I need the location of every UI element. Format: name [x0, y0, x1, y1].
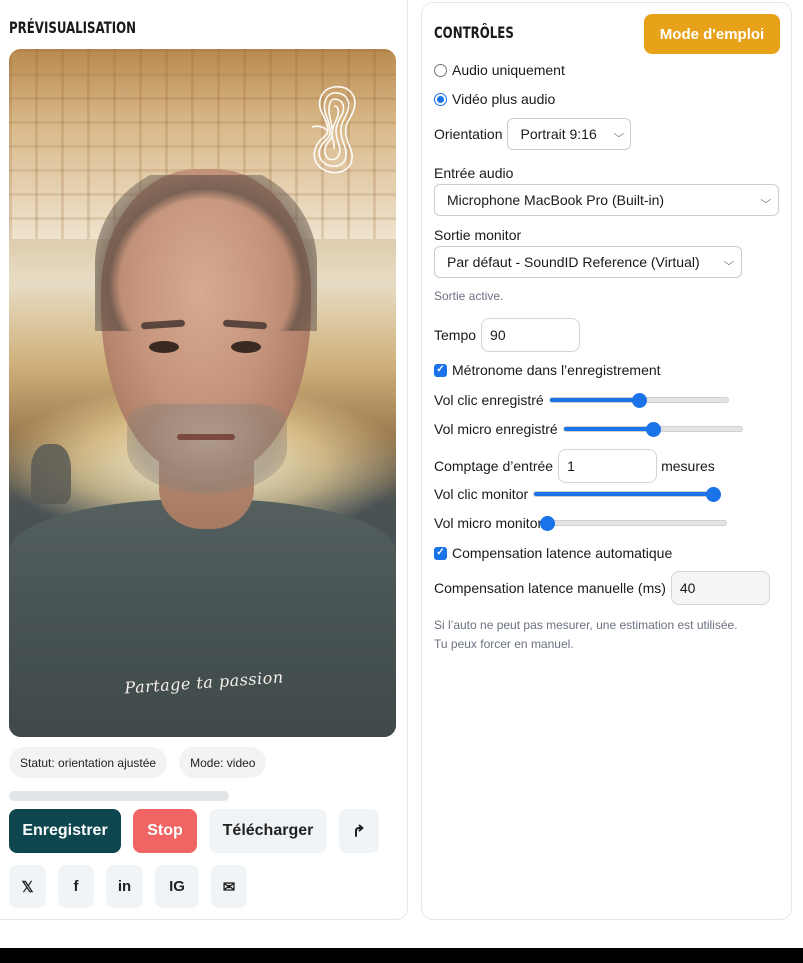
- controls-title: Contrôles: [434, 23, 514, 42]
- chevron-down-icon: ⌵: [613, 128, 625, 140]
- mode-badge: Mode: video: [179, 747, 267, 778]
- chevron-down-icon: ⌵: [760, 194, 772, 206]
- vol-click-monitor-label: Vol clic monitor: [434, 486, 529, 502]
- share-arrow-icon: [355, 824, 364, 837]
- orientation-row: Orientation Portrait 9:16 ⌵: [434, 118, 632, 150]
- record-button[interactable]: Enregistrer: [9, 809, 121, 853]
- x-icon[interactable]: 𝕏: [9, 865, 46, 908]
- slider-fill: [563, 427, 653, 431]
- tempo-input[interactable]: 90: [481, 318, 581, 352]
- count-in-unit: mesures: [661, 458, 715, 474]
- slider-track: [547, 520, 728, 526]
- audio-input-label: Entrée audio: [434, 165, 514, 181]
- count-in-row: Comptage d’entrée 1 mesures: [434, 449, 715, 483]
- orientation-select[interactable]: Portrait 9:16 ⌵: [507, 118, 632, 150]
- metronome-label: Métronome dans l’enregistrement: [452, 362, 661, 378]
- tempo-label: Tempo: [434, 327, 477, 343]
- share-button[interactable]: [339, 809, 379, 853]
- mode-audio-only-option[interactable]: Audio uniquement: [434, 62, 565, 78]
- status-badges: Statut: orientation ajustée Mode: video: [9, 747, 267, 778]
- tempo-row: Tempo 90: [434, 318, 581, 352]
- metronome-option[interactable]: ✓ Métronome dans l’enregistrement: [434, 362, 661, 378]
- auto-latency-option[interactable]: ✓ Compensation latence automatique: [434, 545, 672, 561]
- radio-audio-only[interactable]: [434, 63, 447, 77]
- vol-mic-recorded-slider[interactable]: [562, 421, 743, 437]
- latency-hint-line1: Si l’auto ne peut pas mesurer, une estim…: [434, 618, 738, 632]
- vol-mic-monitor-slider[interactable]: [540, 515, 728, 531]
- slider-fill: [549, 398, 639, 402]
- count-in-input[interactable]: 1: [558, 449, 658, 483]
- vol-click-recorded-slider[interactable]: [548, 392, 729, 408]
- linkedin-icon[interactable]: in: [106, 865, 143, 908]
- vol-click-recorded-label: Vol clic enregistré: [434, 392, 544, 408]
- help-button[interactable]: Mode d'emploi: [644, 14, 780, 54]
- vol-click-monitor-row: Vol clic monitor: [434, 486, 722, 502]
- person-beard: [127, 404, 287, 494]
- monitor-output-label: Sortie monitor: [434, 227, 522, 243]
- slider-fill: [534, 492, 713, 496]
- slider-thumb[interactable]: [631, 393, 647, 408]
- person-shirt: [9, 499, 396, 737]
- audio-input-select[interactable]: Microphone MacBook Pro (Built-in) ⌵: [434, 184, 779, 216]
- right-eye: [231, 341, 261, 353]
- mail-icon[interactable]: ✉: [211, 865, 247, 908]
- bottom-bar: [0, 948, 803, 963]
- vol-mic-monitor-label: Vol micro monitor: [434, 515, 543, 531]
- orientation-value: Portrait 9:16: [520, 126, 597, 142]
- slider-thumb[interactable]: [540, 516, 556, 531]
- person-mouth: [177, 434, 235, 440]
- action-buttons: Enregistrer Stop Télécharger: [9, 809, 379, 853]
- download-button[interactable]: Télécharger: [209, 809, 327, 853]
- controls-panel: Contrôles Mode d'emploi Audio uniquement…: [421, 2, 792, 920]
- chevron-down-icon: ⌵: [723, 256, 735, 268]
- preview-title: Prévisualisation: [9, 18, 137, 37]
- facebook-icon[interactable]: f: [58, 865, 94, 908]
- manual-latency-label: Compensation latence manuelle (ms): [434, 580, 666, 596]
- mode-video-audio-label: Vidéo plus audio: [452, 91, 556, 107]
- preview-panel: Prévisualisation Partage ta passion Stat…: [0, 0, 408, 920]
- slider-thumb[interactable]: [706, 487, 722, 502]
- monitor-output-select[interactable]: Par défaut - SoundID Reference (Virtual)…: [434, 246, 742, 278]
- mode-video-audio-option[interactable]: Vidéo plus audio: [434, 91, 555, 107]
- latency-hint-line2: Tu peux forcer en manuel.: [434, 637, 574, 651]
- vol-click-recorded-row: Vol clic enregistré: [434, 392, 729, 408]
- instagram-icon[interactable]: IG: [155, 865, 199, 908]
- radio-video-audio[interactable]: [434, 92, 447, 106]
- count-in-label: Comptage d’entrée: [434, 458, 554, 474]
- auto-latency-checkbox[interactable]: ✓: [434, 546, 447, 560]
- brand-logo-icon: [311, 85, 356, 174]
- metronome-checkbox[interactable]: ✓: [434, 363, 447, 377]
- stop-button[interactable]: Stop: [133, 809, 197, 853]
- orientation-label: Orientation: [434, 126, 503, 142]
- slider-track: [533, 491, 714, 497]
- vol-click-monitor-slider[interactable]: [533, 486, 722, 502]
- left-eye: [149, 341, 179, 353]
- auto-latency-label: Compensation latence automatique: [452, 545, 673, 561]
- mode-audio-only-label: Audio uniquement: [452, 62, 565, 78]
- status-badge: Statut: orientation ajustée: [9, 747, 168, 778]
- manual-latency-row: Compensation latence manuelle (ms) 40: [434, 571, 770, 605]
- vol-mic-recorded-row: Vol micro enregistré: [434, 421, 743, 437]
- upload-progress-bar: [9, 791, 229, 801]
- audio-input-value: Microphone MacBook Pro (Built-in): [447, 192, 665, 208]
- slider-thumb[interactable]: [645, 422, 661, 437]
- video-preview: Partage ta passion: [9, 49, 396, 737]
- manual-latency-input[interactable]: 40: [670, 571, 770, 605]
- vol-mic-recorded-label: Vol micro enregistré: [434, 421, 558, 437]
- social-share-buttons: 𝕏 f in IG ✉: [9, 865, 247, 908]
- vol-mic-monitor-row: Vol micro monitor: [434, 515, 728, 531]
- output-status-text: Sortie active.: [434, 289, 504, 303]
- studio-lamp: [31, 444, 71, 504]
- monitor-output-value: Par défaut - SoundID Reference (Virtual): [447, 254, 700, 270]
